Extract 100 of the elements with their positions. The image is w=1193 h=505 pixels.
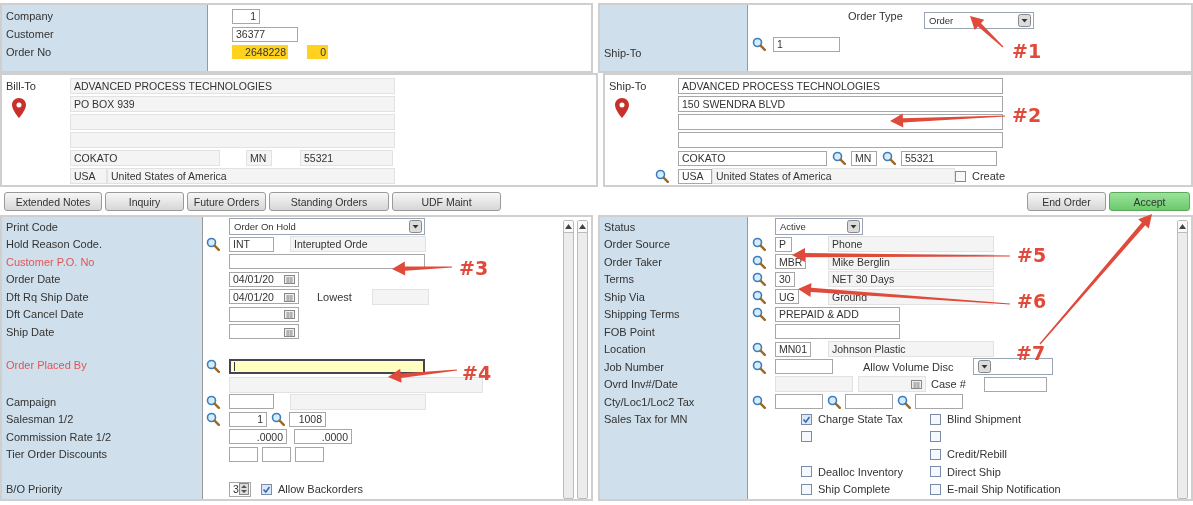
checkbox[interactable]	[801, 483, 812, 495]
text-field[interactable]	[229, 446, 258, 462]
dropdown[interactable]: Active	[775, 218, 863, 236]
date-field[interactable]: 04/01/20	[229, 289, 299, 305]
checkbox-label: Credit/Rebill	[947, 448, 1007, 461]
text-field[interactable]	[229, 254, 425, 270]
text-field[interactable]: 1	[773, 36, 840, 52]
toolbar-button[interactable]: UDF Maint	[392, 192, 501, 211]
checkbox[interactable]	[930, 431, 941, 443]
text-field[interactable]: 36377	[232, 26, 298, 42]
address-field[interactable]: 150 SWENDRA BLVD	[678, 96, 1003, 112]
checkbox[interactable]	[930, 448, 941, 460]
checkbox[interactable]	[801, 413, 812, 425]
spin-field[interactable]: 3	[229, 481, 251, 497]
code-field[interactable]: INT	[229, 236, 274, 252]
toolbar-button[interactable]: Extended Notes	[4, 192, 102, 211]
scroll-up-icon[interactable]	[1179, 224, 1186, 229]
state-field[interactable]: MN	[851, 150, 877, 166]
date-field[interactable]	[229, 306, 299, 322]
address-field[interactable]	[678, 132, 1003, 148]
zip-field[interactable]: 55321	[901, 150, 997, 166]
city-field[interactable]: COKATO	[678, 150, 827, 166]
accept-button[interactable]: Accept	[1109, 192, 1190, 211]
code-field[interactable]: UG	[775, 289, 799, 305]
text-field[interactable]	[775, 359, 833, 375]
code-field[interactable]: P	[775, 236, 792, 252]
toolbar-button[interactable]: End Order	[1027, 192, 1106, 211]
search-icon[interactable]	[271, 412, 285, 427]
search-icon[interactable]	[752, 342, 766, 357]
text-field[interactable]: PREPAID & ADD	[775, 306, 900, 322]
scrollbar[interactable]	[563, 220, 574, 499]
checkbox[interactable]	[801, 431, 812, 443]
map-pin-icon[interactable]	[615, 98, 629, 118]
country-code-field: USA	[70, 168, 107, 184]
checkbox[interactable]	[930, 483, 941, 495]
address-field[interactable]	[678, 114, 1003, 130]
text-field[interactable]	[775, 394, 823, 410]
checkbox[interactable]	[930, 466, 941, 478]
calendar-icon[interactable]	[284, 274, 295, 285]
date-field[interactable]: 04/01/20	[229, 271, 299, 287]
search-icon[interactable]	[752, 37, 766, 51]
caret-icon[interactable]	[978, 360, 992, 374]
code-field[interactable]: MN01	[775, 341, 811, 357]
search-icon[interactable]	[206, 394, 220, 409]
order-type-dropdown[interactable]: Order	[924, 11, 1034, 29]
search-icon[interactable]	[832, 151, 846, 165]
text-field[interactable]	[229, 359, 425, 374]
map-pin-icon[interactable]	[12, 98, 26, 118]
toolbar-button[interactable]: Inquiry	[105, 192, 184, 211]
checkbox[interactable]	[955, 170, 966, 182]
search-icon[interactable]	[882, 151, 896, 165]
checkbox[interactable]	[261, 483, 272, 495]
text-field[interactable]	[775, 324, 900, 340]
text-field[interactable]: 1	[229, 411, 267, 427]
search-icon[interactable]	[206, 412, 220, 427]
text-field[interactable]	[295, 446, 324, 462]
calendar-icon[interactable]	[284, 326, 295, 337]
field-label: Company	[6, 10, 54, 22]
scrollbar[interactable]	[577, 220, 588, 499]
text-field[interactable]	[915, 394, 963, 410]
toolbar-button[interactable]: Future Orders	[187, 192, 266, 211]
search-icon[interactable]	[752, 307, 766, 322]
search-icon[interactable]	[206, 359, 220, 373]
search-icon[interactable]	[752, 272, 766, 287]
search-icon[interactable]	[752, 254, 766, 269]
code-field[interactable]: 30	[775, 271, 795, 287]
text-field[interactable]: 1008	[289, 411, 326, 427]
text-field[interactable]	[983, 376, 1047, 392]
search-icon[interactable]	[752, 237, 766, 252]
scrollbar[interactable]	[1177, 220, 1188, 499]
search-icon[interactable]	[752, 394, 766, 409]
calendar-icon[interactable]	[284, 309, 295, 320]
callout-label: #7	[1016, 342, 1046, 364]
country-code-field[interactable]: USA	[678, 168, 712, 184]
calendar-icon[interactable]	[284, 291, 295, 302]
field-label: Commission Rate 1/2	[6, 430, 112, 443]
field-label: Salesman 1/2	[6, 413, 74, 426]
text-field[interactable]: .0000	[294, 429, 352, 445]
text-field[interactable]: 1	[232, 8, 260, 24]
checkbox[interactable]	[801, 466, 812, 478]
calendar-icon[interactable]	[911, 379, 922, 390]
search-icon[interactable]	[655, 169, 669, 183]
dropdown[interactable]: Order On Hold	[229, 218, 425, 236]
callout-label: #1	[1012, 40, 1042, 62]
search-icon[interactable]	[206, 237, 220, 252]
search-icon[interactable]	[827, 394, 841, 409]
search-icon[interactable]	[752, 359, 766, 374]
text-field[interactable]	[262, 446, 291, 462]
code-field[interactable]	[229, 394, 274, 410]
search-icon[interactable]	[752, 289, 766, 304]
caret-icon[interactable]	[847, 220, 860, 234]
caret-icon[interactable]	[1018, 13, 1031, 27]
text-field[interactable]: .0000	[229, 429, 287, 445]
text-field[interactable]	[845, 394, 893, 410]
caret-icon[interactable]	[409, 220, 422, 234]
toolbar-button[interactable]: Standing Orders	[269, 192, 389, 211]
date-field[interactable]	[229, 324, 299, 340]
search-icon[interactable]	[897, 394, 911, 409]
address-field[interactable]: ADVANCED PROCESS TECHNOLOGIES	[678, 78, 1003, 94]
checkbox[interactable]	[930, 413, 941, 425]
